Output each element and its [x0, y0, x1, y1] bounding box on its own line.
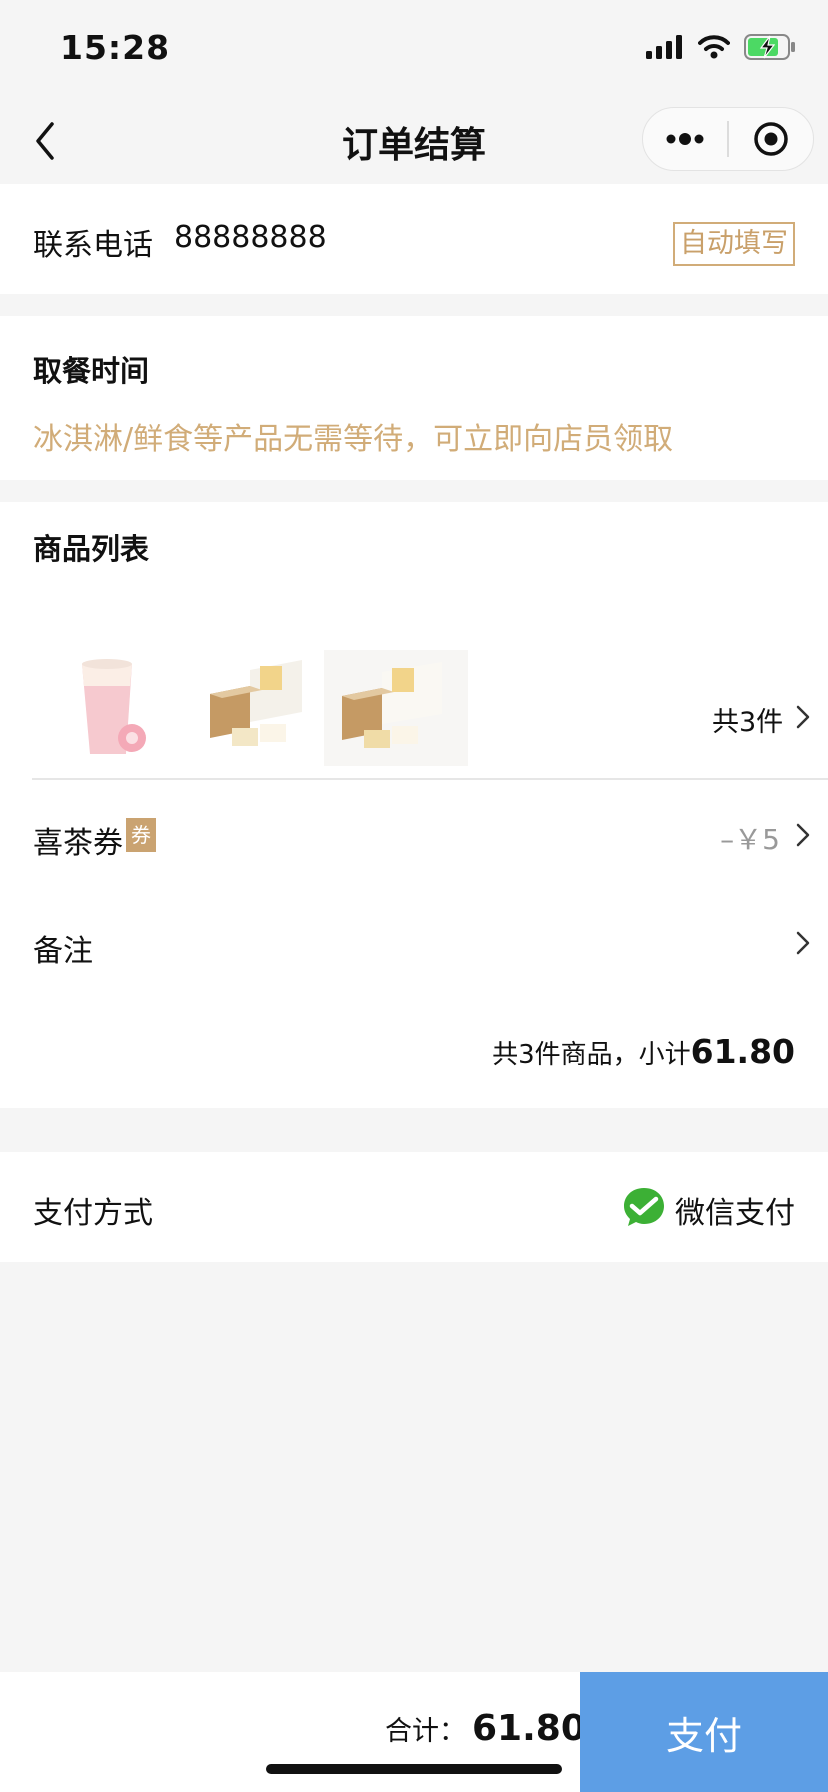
status-time: 15:28 [60, 28, 171, 67]
subtotal-line: 共3件商品，小计 61.80 [492, 1032, 795, 1071]
payment-label: 支付方式 [33, 1196, 153, 1231]
products-divider [32, 778, 828, 780]
subtotal-amount: 61.80 [690, 1032, 795, 1071]
pickup-notice: 冰淇淋/鲜食等产品无需等待，可立即向店员领取 [33, 422, 674, 457]
pay-button[interactable]: 支付 [580, 1672, 828, 1792]
coupon-chevron-icon[interactable] [795, 822, 811, 848]
pickup-card: 取餐时间 冰淇淋/鲜食等产品无需等待，可立即向店员领取 [0, 316, 828, 480]
battery-charging-icon [744, 34, 795, 60]
snack-box-image [210, 660, 302, 746]
pickup-title: 取餐时间 [33, 354, 150, 388]
payment-card[interactable]: 支付方式 微信支付 [0, 1152, 828, 1262]
target-circle-icon [754, 122, 788, 156]
products-card: 商品列表 共3件 喜茶券 –￥5 备注 共3件商品，小计 61.80 [0, 502, 828, 1108]
drink-cup-image [82, 659, 146, 754]
wifi-icon [698, 35, 730, 59]
payment-method: 微信支付 [675, 1196, 795, 1231]
remarks-label[interactable]: 备注 [33, 926, 93, 970]
auto-fill-button[interactable]: 自动填写 [673, 222, 795, 266]
subtotal-prefix: 共3件商品，小计 [492, 1040, 691, 1070]
total-line: 合计： 61.80 [385, 1708, 586, 1749]
close-miniprogram-button[interactable] [729, 108, 813, 170]
coupon-label: 喜茶券 [33, 826, 123, 861]
contact-phone[interactable]: 88888888 [174, 220, 327, 255]
total-amount: 61.80 [472, 1708, 586, 1749]
home-indicator [266, 1764, 562, 1774]
signal-icon [646, 35, 682, 59]
contact-label: 联系电话 [33, 228, 153, 263]
product-thumb-box-1[interactable] [190, 650, 334, 766]
miniprogram-capsule [642, 107, 814, 171]
bottom-pay-bar: 合计： 61.80 支付 [0, 1672, 828, 1792]
product-list-chevron-icon[interactable] [795, 704, 811, 730]
contact-card: 联系电话 88888888 自动填写 [0, 184, 828, 294]
total-label: 合计： [385, 1716, 466, 1747]
coupon-value[interactable]: –￥5 [720, 818, 780, 858]
status-icons [646, 34, 796, 60]
more-dots-icon [666, 133, 704, 145]
product-thumb-drink[interactable] [40, 650, 184, 766]
wechat-pay-icon [624, 1188, 664, 1226]
products-title: 商品列表 [33, 532, 150, 566]
product-thumb-box-2[interactable] [324, 650, 468, 766]
product-count[interactable]: 共3件 [712, 700, 783, 739]
more-button[interactable] [643, 108, 727, 170]
remarks-chevron-icon[interactable] [795, 930, 811, 956]
snack-box-image [342, 662, 442, 748]
coupon-badge: 券 [126, 818, 156, 852]
